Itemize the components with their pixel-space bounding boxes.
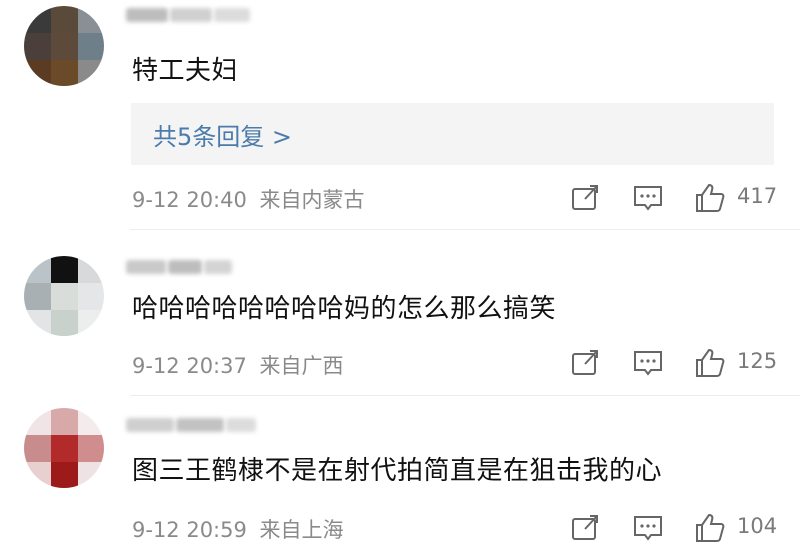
comment-text: 哈哈哈哈哈哈哈哈妈的怎么那么搞笑 — [132, 294, 557, 324]
replies-panel: 共5条回复 > — [131, 103, 774, 165]
username-redacted[interactable] — [126, 414, 256, 436]
comment-meta: 9-12 20:59 来自上海 — [132, 514, 350, 544]
comment-text: 特工夫妇 — [132, 56, 239, 86]
comment-item: 特工夫妇 共5条回复 > 9-12 20:40 来自内蒙古 417 — [0, 0, 800, 230]
view-replies-link[interactable]: 共5条回复 > — [153, 117, 292, 152]
comment-item: 图三王鹤棣不是在射代拍简直是在狙击我的心 9-12 20:59 来自上海 104 — [0, 396, 800, 555]
username-redacted[interactable] — [126, 4, 256, 26]
comment-location: 来自内蒙古 — [259, 188, 365, 212]
share-icon[interactable] — [568, 181, 602, 215]
comment-location: 来自广西 — [259, 354, 344, 378]
comment-actions: 125 — [565, 346, 800, 380]
like-count: 104 — [737, 514, 778, 538]
share-icon[interactable] — [568, 511, 602, 545]
like-count: 125 — [737, 349, 778, 373]
comment-date: 9-12 20:40 — [132, 188, 247, 212]
comment-actions: 417 — [565, 181, 800, 215]
comment-meta: 9-12 20:37 来自广西 — [132, 350, 350, 380]
username-redacted[interactable] — [126, 256, 256, 278]
avatar[interactable] — [24, 256, 104, 336]
comment-icon[interactable] — [631, 181, 665, 215]
comment-meta: 9-12 20:40 来自内蒙古 — [132, 184, 371, 214]
avatar[interactable] — [24, 408, 104, 488]
like-count: 417 — [737, 184, 778, 208]
thumbs-up-icon[interactable] — [693, 181, 727, 215]
avatar[interactable] — [24, 6, 104, 86]
comment-location: 来自上海 — [259, 518, 344, 542]
comment-date: 9-12 20:37 — [132, 354, 247, 378]
comment-actions: 104 — [565, 511, 800, 545]
comment-date: 9-12 20:59 — [132, 518, 247, 542]
share-icon[interactable] — [568, 346, 602, 380]
comment-icon[interactable] — [631, 511, 665, 545]
thumbs-up-icon[interactable] — [693, 511, 727, 545]
comment-text: 图三王鹤棣不是在射代拍简直是在狙击我的心 — [132, 456, 663, 486]
comment-icon[interactable] — [631, 346, 665, 380]
thumbs-up-icon[interactable] — [693, 346, 727, 380]
comment-item: 哈哈哈哈哈哈哈哈妈的怎么那么搞笑 9-12 20:37 来自广西 125 — [0, 230, 800, 395]
